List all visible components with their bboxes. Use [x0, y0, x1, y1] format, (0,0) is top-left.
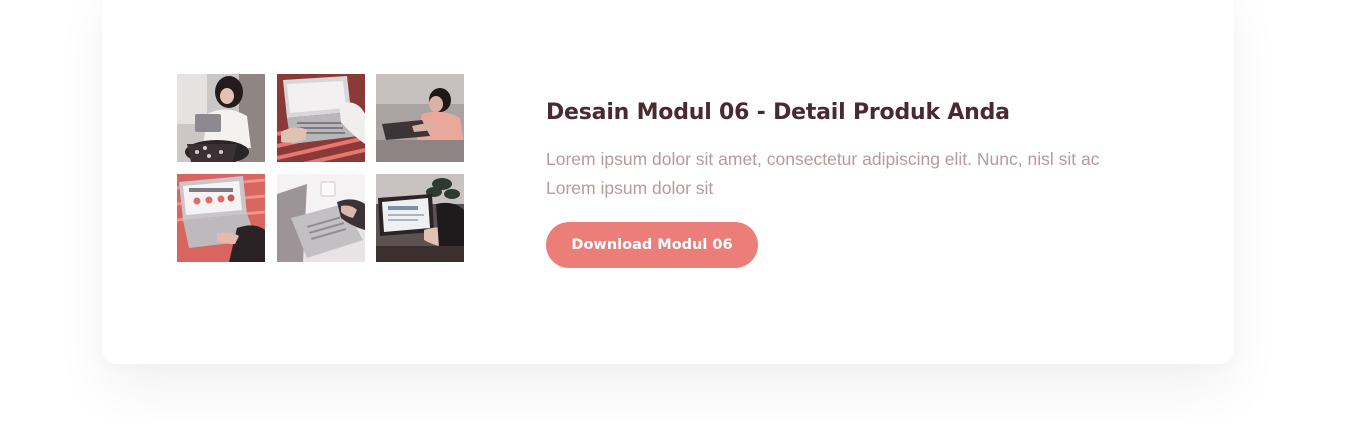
laptop-chart-screen-photo	[177, 174, 265, 262]
download-module-button[interactable]: Download Modul 06	[546, 222, 758, 268]
description-line: Lorem ipsum dolor sit	[546, 178, 714, 198]
module-title: Desain Modul 06 - Detail Produk Anda	[546, 100, 1010, 125]
laptop-coffee-desk-photo	[277, 174, 365, 262]
woman-typing-photo	[376, 74, 464, 162]
description-line: Lorem ipsum dolor sit amet, consectetur …	[546, 149, 1100, 169]
module-description: Lorem ipsum dolor sit amet, consectetur …	[546, 145, 1146, 203]
laptop-keyboard-photo	[277, 74, 365, 162]
photo-gallery	[177, 74, 465, 262]
laptop-plant-desk-photo	[376, 174, 464, 262]
woman-with-laptop-photo	[177, 74, 265, 162]
